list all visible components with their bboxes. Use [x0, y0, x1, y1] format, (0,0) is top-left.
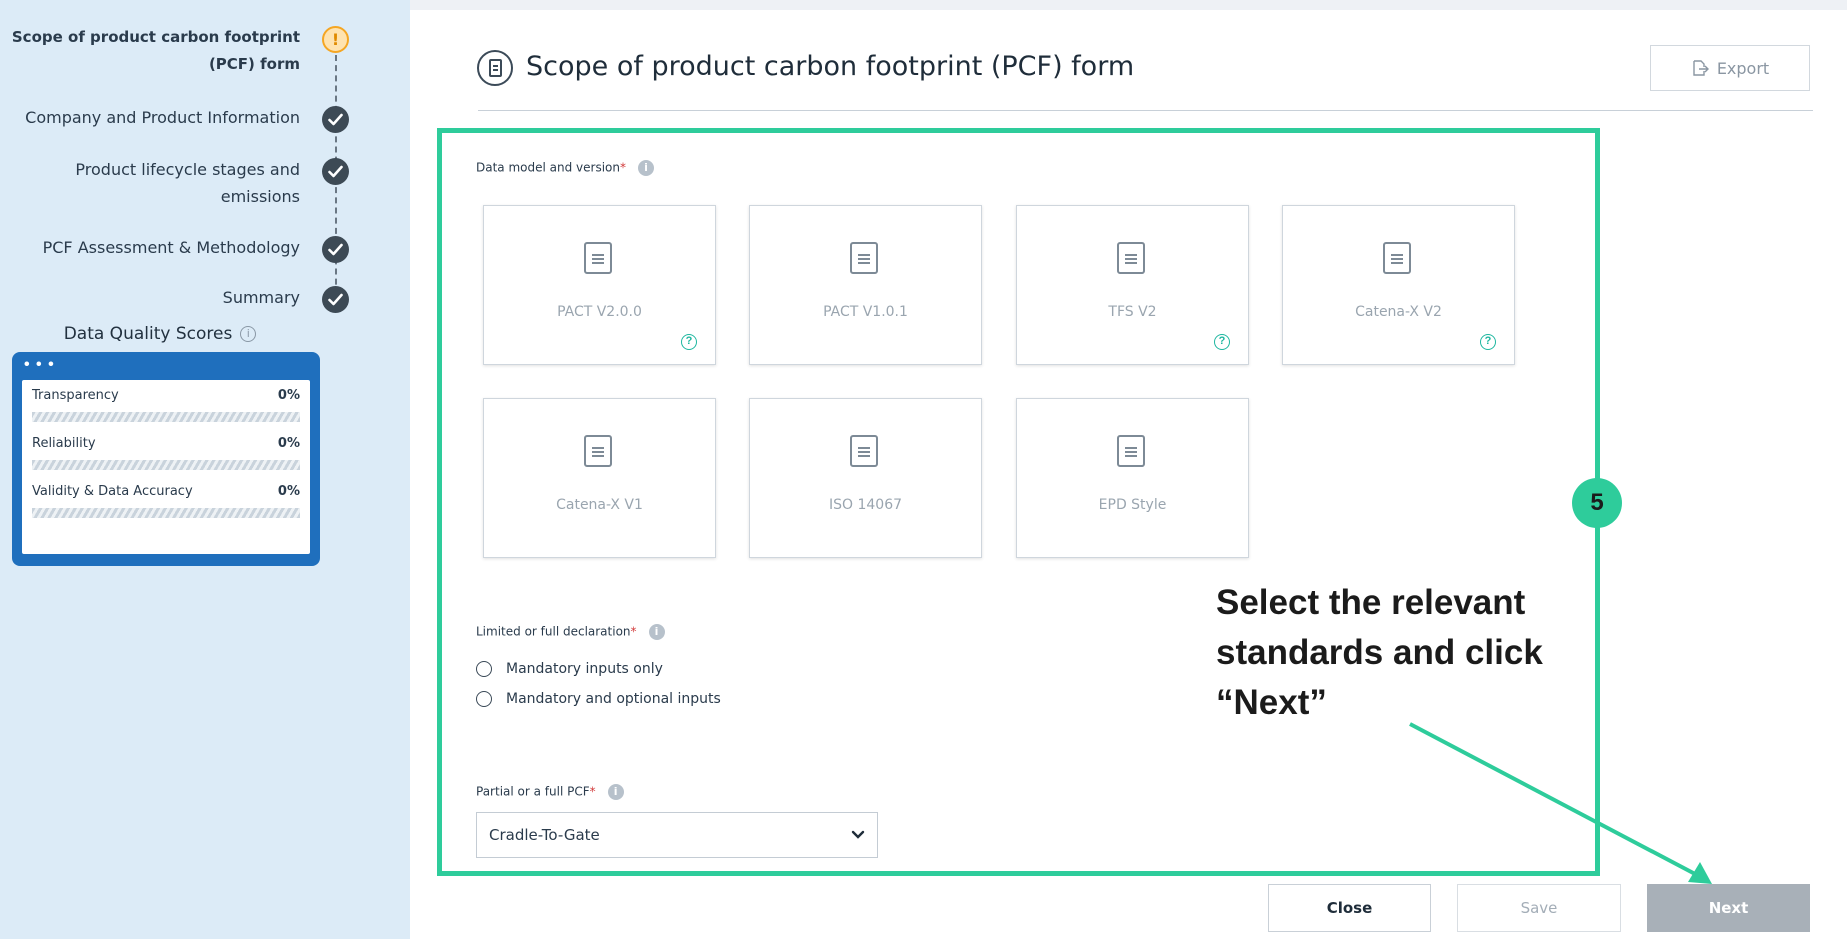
data-quality-title-text: Data Quality Scores: [63, 324, 233, 344]
checkmark-icon: [322, 286, 349, 313]
card-label: ISO 14067: [828, 497, 903, 513]
chevron-down-icon: [851, 830, 865, 839]
score-value: 0%: [277, 388, 300, 403]
data-quality-title: Data Quality Scores i: [0, 324, 320, 344]
close-button[interactable]: Close: [1268, 884, 1431, 932]
score-row-transparency: Transparency 0%: [32, 388, 300, 408]
pcf-scope-label-text: Partial or a full PCF: [476, 784, 590, 799]
data-quality-window: • • • Transparency 0% Reliability 0% Val…: [12, 352, 320, 566]
step-label: Product lifecycle stages and: [75, 160, 300, 179]
save-button[interactable]: Save: [1457, 884, 1621, 932]
help-icon[interactable]: ?: [1480, 334, 1496, 350]
help-icon[interactable]: ?: [681, 334, 697, 350]
step-label: emissions: [220, 187, 300, 206]
data-quality-panel: Transparency 0% Reliability 0% Validity …: [22, 380, 310, 554]
score-label: Reliability: [32, 436, 96, 451]
form-document-icon: [477, 50, 513, 86]
radio-mandatory-only[interactable]: Mandatory inputs only: [476, 661, 663, 677]
data-model-label-text: Data model and version: [476, 160, 620, 175]
radio-mandatory-optional[interactable]: Mandatory and optional inputs: [476, 691, 721, 707]
window-dots-icon: • • •: [24, 356, 55, 373]
instruction-line: “Next”: [1216, 683, 1327, 722]
document-icon: [850, 435, 878, 467]
step-label: Summary: [222, 288, 300, 307]
score-row-reliability: Reliability 0%: [32, 436, 300, 456]
card-label: PACT V1.0.1: [823, 304, 908, 320]
card-label: PACT V2.0.0: [557, 304, 642, 320]
card-label: Catena-X V1: [556, 497, 643, 513]
card-epd-style[interactable]: EPD Style: [1016, 398, 1249, 558]
document-icon: [1383, 242, 1411, 274]
step-scope-pcf-form[interactable]: Scope of product carbon footprint (PCF) …: [12, 24, 300, 78]
title-divider: [478, 110, 1813, 111]
card-label: TFS V2: [1108, 304, 1157, 320]
instruction-text: Select the relevant standards and click …: [1216, 578, 1616, 728]
step-summary[interactable]: Summary: [223, 284, 300, 311]
data-model-label: Data model and version*: [476, 160, 654, 176]
checkmark-icon: [322, 236, 349, 263]
step-label: Company and Product Information: [25, 108, 300, 127]
document-icon: [1117, 435, 1145, 467]
score-label: Validity & Data Accuracy: [32, 484, 193, 499]
export-icon: [1693, 60, 1709, 76]
radio-circle[interactable]: [476, 691, 492, 707]
checkmark-icon: [322, 158, 349, 185]
instruction-line: Select the relevant: [1216, 583, 1526, 622]
score-row-validity: Validity & Data Accuracy 0%: [32, 484, 300, 504]
step-pcf-assessment[interactable]: PCF Assessment & Methodology: [43, 234, 300, 261]
declaration-label: Limited or full declaration*: [476, 624, 665, 640]
pcf-scope-label: Partial or a full PCF*: [476, 784, 624, 800]
step-number-badge: 5: [1572, 478, 1622, 528]
info-icon[interactable]: [638, 160, 654, 176]
export-button[interactable]: Export: [1650, 45, 1810, 91]
pcf-scope-select[interactable]: Cradle-To-Gate: [476, 812, 878, 858]
instruction-line: standards and click: [1216, 633, 1543, 672]
help-icon[interactable]: ?: [1214, 334, 1230, 350]
card-iso-14067[interactable]: ISO 14067: [749, 398, 982, 558]
info-icon[interactable]: [648, 624, 665, 640]
step-label: PCF Assessment & Methodology: [42, 238, 300, 257]
info-icon[interactable]: [607, 784, 624, 800]
radio-label: Mandatory inputs only: [506, 661, 663, 677]
step-lifecycle-stages[interactable]: Product lifecycle stages and emissions: [75, 156, 300, 210]
step-company-product-info[interactable]: Company and Product Information: [25, 104, 300, 131]
next-button[interactable]: Next: [1647, 884, 1810, 932]
page-title: Scope of product carbon footprint (PCF) …: [526, 51, 1135, 82]
step-label: Scope of product carbon footprint: [11, 28, 300, 46]
step-label: (PCF) form: [208, 55, 300, 73]
score-value: 0%: [277, 436, 300, 451]
card-pact-v1-0-1[interactable]: PACT V1.0.1: [749, 205, 982, 365]
card-catena-x-v2[interactable]: Catena-X V2 ?: [1282, 205, 1515, 365]
required-mark: *: [589, 784, 596, 799]
radio-label: Mandatory and optional inputs: [506, 691, 721, 707]
score-bar: [32, 460, 300, 470]
warning-icon: [322, 26, 349, 53]
document-icon: [584, 435, 612, 467]
checkmark-icon: [322, 106, 349, 133]
info-icon[interactable]: i: [240, 326, 257, 342]
document-icon: [584, 242, 612, 274]
card-tfs-v2[interactable]: TFS V2 ?: [1016, 205, 1249, 365]
score-bar: [32, 508, 300, 518]
score-label: Transparency: [32, 388, 119, 403]
progress-sidebar: Scope of product carbon footprint (PCF) …: [0, 0, 410, 939]
card-pact-v2-0-0[interactable]: PACT V2.0.0 ?: [483, 205, 716, 365]
pcf-scope-value: Cradle-To-Gate: [489, 826, 600, 844]
document-icon: [1117, 242, 1145, 274]
score-bar: [32, 412, 300, 422]
card-label: Catena-X V2: [1355, 304, 1442, 320]
score-value: 0%: [277, 484, 300, 499]
export-label: Export: [1716, 58, 1770, 78]
declaration-label-text: Limited or full declaration: [476, 624, 631, 639]
card-catena-x-v1[interactable]: Catena-X V1: [483, 398, 716, 558]
required-mark: *: [620, 160, 626, 175]
radio-circle[interactable]: [476, 661, 492, 677]
required-mark: *: [630, 624, 637, 639]
document-icon: [850, 242, 878, 274]
card-label: EPD Style: [1098, 497, 1167, 513]
